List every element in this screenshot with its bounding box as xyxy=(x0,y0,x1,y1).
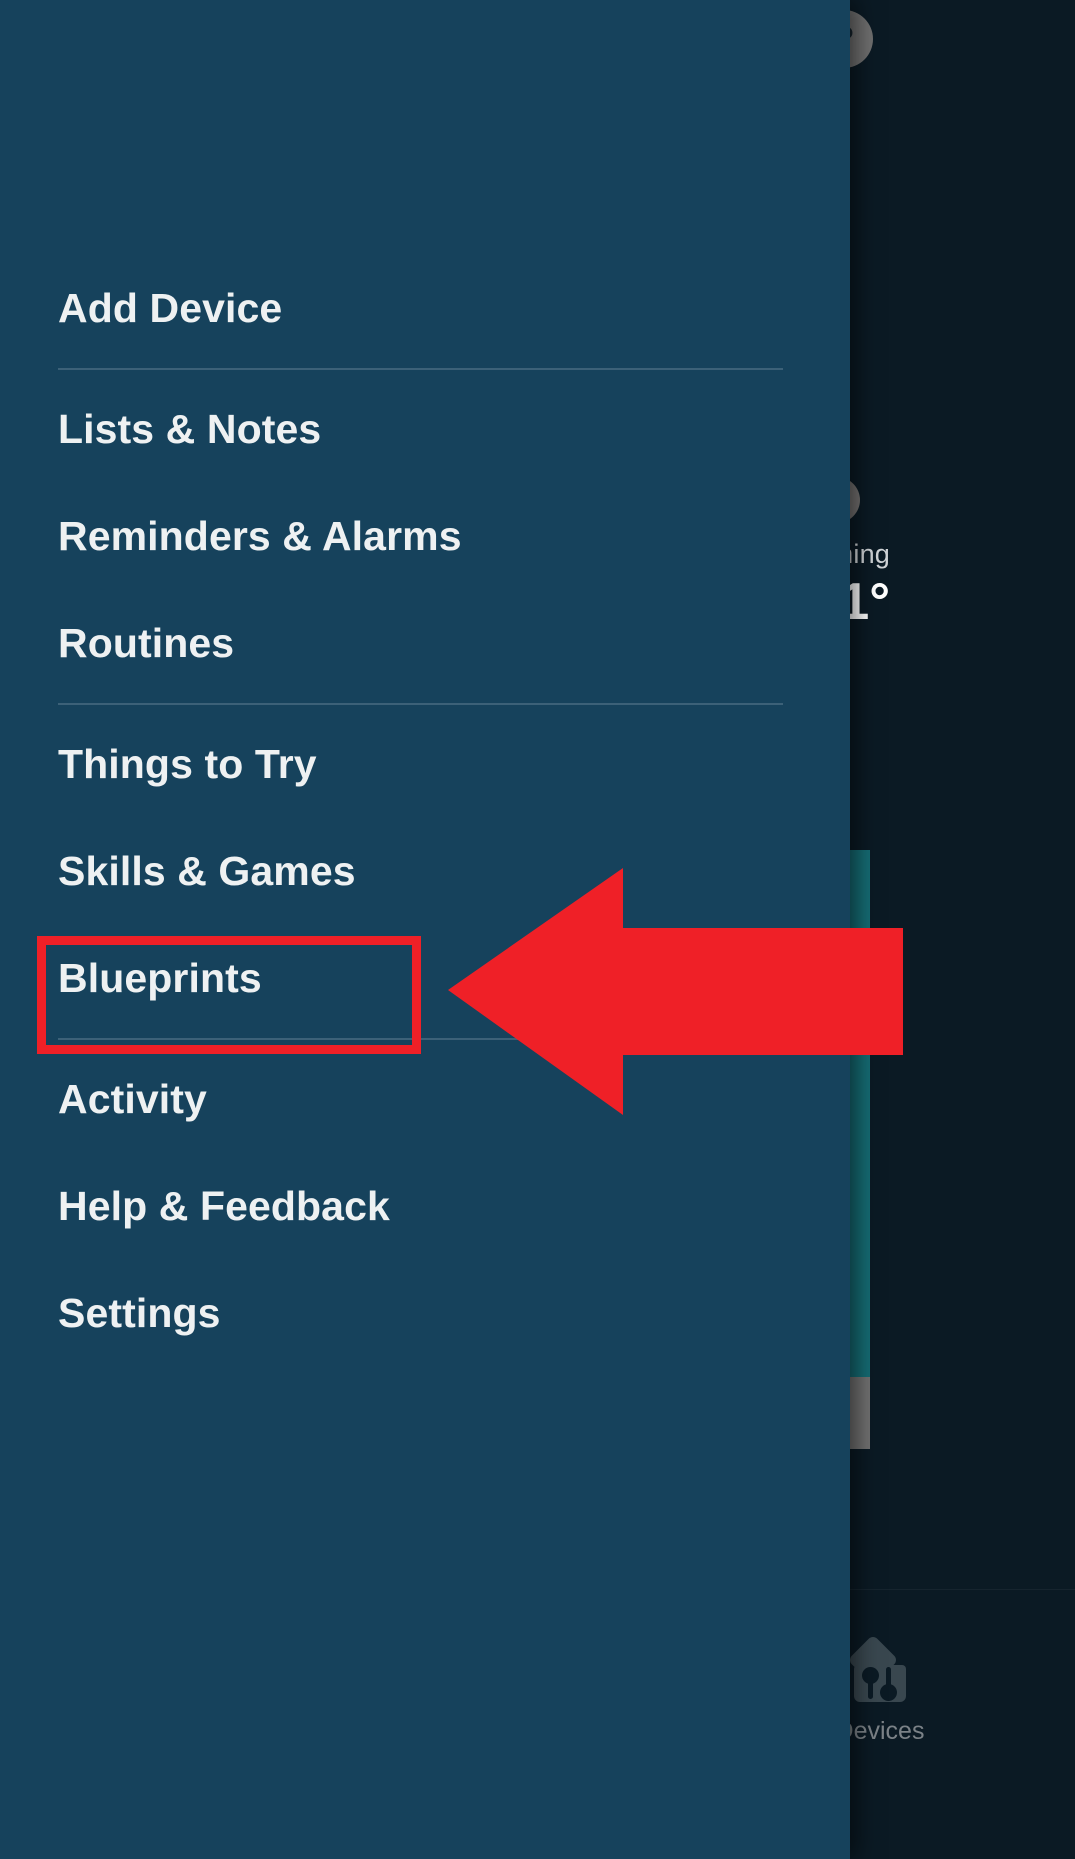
home-devices-icon xyxy=(847,1634,909,1703)
drawer-item-label: Help & Feedback xyxy=(58,1183,390,1229)
drawer-item-reminders-alarms[interactable]: Reminders & Alarms xyxy=(0,483,850,590)
left-arrow-annotation xyxy=(448,868,903,1115)
drawer-menu-list: Add Device Lists & Notes Reminders & Alarm… xyxy=(0,255,850,1367)
drawer-item-routines[interactable]: Routines xyxy=(0,590,850,697)
drawer-item-label: Things to Try xyxy=(58,741,317,787)
drawer-item-lists-notes[interactable]: Lists & Notes xyxy=(0,376,850,483)
drawer-item-label: Settings xyxy=(58,1290,221,1336)
drawer-divider xyxy=(58,368,783,370)
drawer-item-label: Activity xyxy=(58,1076,207,1122)
drawer-item-things-to-try[interactable]: Things to Try xyxy=(0,711,850,818)
drawer-item-label: Add Device xyxy=(58,285,283,331)
drawer-item-label: Routines xyxy=(58,620,235,666)
drawer-item-label: Skills & Games xyxy=(58,848,356,894)
drawer-item-settings[interactable]: Settings xyxy=(0,1260,850,1367)
drawer-item-help-feedback[interactable]: Help & Feedback xyxy=(0,1153,850,1260)
drawer-divider xyxy=(58,703,783,705)
drawer-item-label: Lists & Notes xyxy=(58,406,322,452)
drawer-item-label: Reminders & Alarms xyxy=(58,513,462,559)
drawer-item-label: Blueprints xyxy=(58,955,262,1001)
drawer-item-add-device[interactable]: Add Device xyxy=(0,255,850,362)
